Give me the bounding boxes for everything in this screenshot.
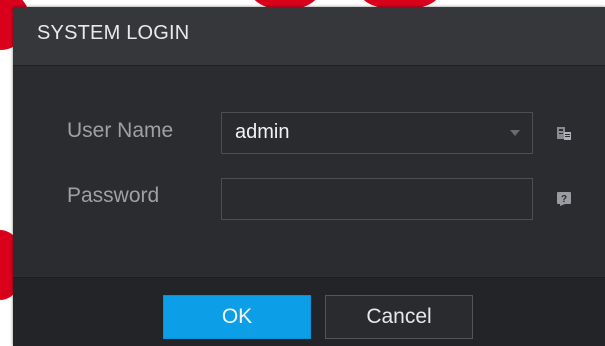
dialog-title: SYSTEM LOGIN — [37, 22, 190, 44]
keyboard-icon[interactable] — [557, 126, 571, 140]
dialog-title-bar: SYSTEM LOGIN — [13, 7, 605, 66]
cancel-button[interactable]: Cancel — [325, 295, 473, 339]
ok-button[interactable]: OK — [163, 295, 311, 339]
svg-text:?: ? — [561, 194, 567, 205]
chevron-down-icon[interactable] — [510, 130, 520, 136]
username-value: admin — [235, 121, 290, 143]
dialog-footer: OK Cancel — [13, 277, 605, 346]
screen: SYSTEM LOGIN User Name admin Password ? … — [0, 0, 605, 346]
username-label: User Name — [67, 119, 174, 142]
login-form: User Name admin Password ? — [13, 66, 605, 276]
password-field[interactable] — [221, 178, 533, 220]
username-select[interactable]: admin — [221, 112, 533, 154]
system-login-dialog: SYSTEM LOGIN User Name admin Password ? … — [13, 7, 605, 346]
password-hint-icon[interactable]: ? — [557, 192, 571, 206]
password-label: Password — [67, 184, 160, 207]
